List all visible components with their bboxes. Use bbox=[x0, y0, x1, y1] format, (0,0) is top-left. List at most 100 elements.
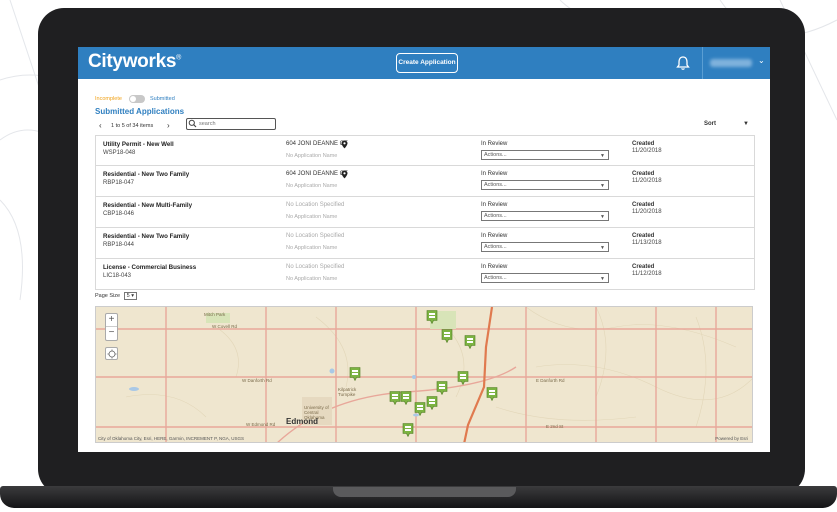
application-marker-icon[interactable] bbox=[400, 391, 412, 405]
application-marker-icon[interactable] bbox=[464, 335, 476, 349]
application-name: No Application Name bbox=[286, 245, 338, 251]
application-marker-icon[interactable] bbox=[436, 381, 448, 395]
page-title: Submitted Applications bbox=[95, 107, 185, 116]
actions-dropdown-label: Actions... bbox=[484, 213, 507, 219]
application-status: In Review bbox=[481, 171, 508, 177]
actions-dropdown[interactable]: Actions... ▼ bbox=[481, 211, 609, 221]
map-city-label: Edmond bbox=[286, 417, 318, 426]
status-toggle-switch[interactable] bbox=[129, 95, 145, 103]
application-address: No Location Specified bbox=[286, 202, 345, 208]
dropdown-arrow-icon: ▼ bbox=[600, 153, 605, 159]
dropdown-arrow-icon: ▼ bbox=[600, 276, 605, 282]
pagination-status: 1 to 5 of 34 items bbox=[111, 123, 154, 129]
search-icon bbox=[188, 119, 197, 128]
map-label-turnpike: Kilpatrick Turnpike bbox=[338, 387, 357, 397]
toggle-submitted-label[interactable]: Submitted bbox=[150, 96, 175, 102]
application-marker-icon[interactable] bbox=[426, 310, 438, 324]
application-title[interactable]: License - Commercial Business bbox=[103, 264, 196, 271]
search-input[interactable] bbox=[186, 118, 276, 130]
applications-map[interactable]: + − Mitch Park W Covell Rd W Danforth Rd… bbox=[95, 306, 753, 443]
create-application-button[interactable]: Create Application bbox=[396, 53, 458, 73]
application-title[interactable]: Residential - New Multi-Family bbox=[103, 202, 192, 209]
actions-dropdown-label: Actions... bbox=[484, 182, 507, 188]
application-title[interactable]: Residential - New Two Family bbox=[103, 233, 189, 240]
created-date: 11/20/2018 bbox=[632, 209, 662, 215]
dropdown-arrow-icon: ▼ bbox=[743, 121, 749, 127]
application-name: No Application Name bbox=[286, 183, 338, 189]
topbar-divider bbox=[702, 47, 703, 79]
application-row[interactable]: Residential - New Two Family RBP18-044 N… bbox=[95, 228, 755, 259]
location-pin-icon[interactable] bbox=[341, 170, 348, 179]
locate-button[interactable] bbox=[105, 347, 118, 360]
chevron-down-icon[interactable]: ⌄ bbox=[758, 56, 765, 65]
application-status: In Review bbox=[481, 141, 508, 147]
toggle-incomplete-label[interactable]: Incomplete bbox=[95, 96, 122, 102]
dropdown-arrow-icon: ▼ bbox=[600, 183, 605, 189]
created-date: 11/20/2018 bbox=[632, 148, 662, 154]
created-date: 11/20/2018 bbox=[632, 178, 662, 184]
actions-dropdown[interactable]: Actions... ▼ bbox=[481, 180, 609, 190]
application-status: In Review bbox=[481, 202, 508, 208]
previous-page-button[interactable]: ‹ bbox=[99, 121, 102, 130]
created-date: 11/12/2018 bbox=[632, 271, 662, 277]
application-status: In Review bbox=[481, 233, 508, 239]
map-label-road: E 2nd St bbox=[546, 424, 564, 429]
application-name: No Application Name bbox=[286, 276, 338, 282]
created-label: Created bbox=[632, 171, 655, 177]
application-marker-icon[interactable] bbox=[457, 371, 469, 385]
app-screen: Cityworks® Create Application ⌄ Incomple… bbox=[78, 47, 770, 452]
page-size-label: Page Size bbox=[95, 293, 121, 299]
application-row[interactable]: Residential - New Two Family RBP18-047 6… bbox=[95, 166, 755, 197]
application-address: 604 JONI DEANNE CT bbox=[286, 171, 348, 177]
created-label: Created bbox=[632, 233, 655, 239]
application-address: No Location Specified bbox=[286, 264, 345, 270]
next-page-button[interactable]: › bbox=[167, 121, 170, 130]
application-marker-icon[interactable] bbox=[426, 396, 438, 410]
created-label: Created bbox=[632, 202, 655, 208]
application-id: CBP18-046 bbox=[103, 211, 135, 217]
created-label: Created bbox=[632, 141, 655, 147]
page-size-select[interactable]: 5 ▾ bbox=[123, 292, 137, 300]
bell-icon[interactable] bbox=[676, 55, 690, 71]
application-address: 604 JONI DEANNE CT bbox=[286, 141, 348, 147]
top-navigation-bar: Cityworks® Create Application ⌄ bbox=[78, 47, 770, 79]
map-label-road: W Covell Rd bbox=[212, 324, 238, 329]
application-marker-icon[interactable] bbox=[349, 367, 361, 381]
sort-dropdown[interactable]: Sort ▼ bbox=[698, 118, 754, 130]
application-id: LIC18-043 bbox=[103, 273, 132, 279]
application-marker-icon[interactable] bbox=[402, 423, 414, 437]
actions-dropdown[interactable]: Actions... ▼ bbox=[481, 273, 609, 283]
application-address: No Location Specified bbox=[286, 233, 345, 239]
zoom-in-button[interactable]: + bbox=[106, 314, 117, 327]
map-label-road: W Danforth Rd bbox=[242, 378, 272, 383]
application-row[interactable]: License - Commercial Business LIC18-043 … bbox=[95, 259, 755, 290]
application-status: In Review bbox=[481, 264, 508, 270]
application-marker-icon[interactable] bbox=[486, 387, 498, 401]
user-name-blurred[interactable] bbox=[710, 59, 752, 67]
actions-dropdown[interactable]: Actions... ▼ bbox=[481, 150, 609, 160]
created-date: 11/13/2018 bbox=[632, 240, 662, 246]
location-pin-icon[interactable] bbox=[341, 140, 348, 149]
actions-dropdown[interactable]: Actions... ▼ bbox=[481, 242, 609, 252]
application-marker-icon[interactable] bbox=[414, 402, 426, 416]
map-basemap bbox=[96, 307, 752, 442]
zoom-out-button[interactable]: − bbox=[106, 327, 117, 340]
created-label: Created bbox=[632, 264, 655, 270]
map-powered-by: Powered by Esri bbox=[715, 436, 748, 441]
map-label-road: E Danforth Rd bbox=[536, 378, 565, 383]
actions-dropdown-label: Actions... bbox=[484, 275, 507, 281]
map-zoom-control: + − bbox=[105, 313, 118, 341]
application-row[interactable]: Utility Permit - New Well WSP18-048 604 … bbox=[95, 135, 755, 166]
cityworks-logo[interactable]: Cityworks® bbox=[88, 51, 181, 73]
dropdown-arrow-icon: ▼ bbox=[600, 214, 605, 220]
application-id: RBP18-047 bbox=[103, 180, 135, 186]
application-title[interactable]: Residential - New Two Family bbox=[103, 171, 189, 178]
application-title[interactable]: Utility Permit - New Well bbox=[103, 141, 174, 148]
locate-icon bbox=[107, 349, 117, 359]
map-label-road: W Edmond Rd bbox=[246, 422, 276, 427]
application-row[interactable]: Residential - New Multi-Family CBP18-046… bbox=[95, 197, 755, 228]
sort-label: Sort bbox=[704, 121, 716, 127]
map-label-park: Mitch Park bbox=[204, 312, 226, 317]
application-marker-icon[interactable] bbox=[441, 329, 453, 343]
application-id: WSP18-048 bbox=[103, 150, 136, 156]
